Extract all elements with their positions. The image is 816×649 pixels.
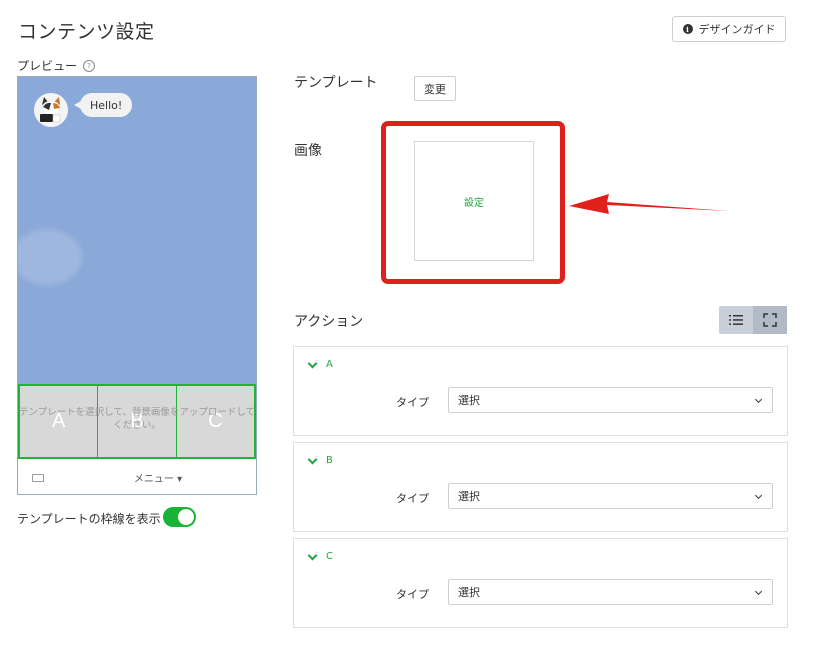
phone-preview: Hello! A B C テンプレートを選択して、背景画像をアップロードしてくだ… — [17, 76, 257, 495]
action-label: アクション — [294, 314, 364, 330]
preview-label: プレビュー — [17, 59, 78, 73]
chevron-down-icon — [307, 550, 318, 560]
chat-bubble: Hello! — [80, 93, 133, 117]
preview-heading: プレビュー ? — [17, 57, 96, 74]
template-label: テンプレート — [294, 75, 378, 91]
type-label: タイプ — [396, 588, 429, 601]
arrow-icon — [569, 194, 729, 214]
select-value: 選択 — [458, 394, 480, 407]
action-card-a: A タイプ 選択 — [293, 346, 788, 436]
action-card-header[interactable]: A — [307, 358, 333, 370]
change-template-button[interactable]: 変更 — [414, 76, 456, 101]
rich-menu-hint: テンプレートを選択して、背景画像をアップロードしてください。 — [18, 407, 256, 431]
action-card-header[interactable]: C — [307, 550, 333, 562]
chevron-down-icon — [754, 491, 763, 500]
type-select[interactable]: 選択 — [448, 387, 773, 413]
list-icon[interactable] — [719, 306, 753, 334]
type-select[interactable]: 選択 — [448, 483, 773, 509]
expand-icon[interactable] — [753, 306, 787, 334]
select-value: 選択 — [458, 586, 480, 599]
chevron-down-icon — [754, 587, 763, 596]
view-toggle[interactable] — [719, 306, 788, 334]
question-icon[interactable]: ? — [83, 59, 96, 72]
design-guide-label: デザインガイド — [698, 23, 776, 36]
avatar — [34, 93, 68, 127]
frame-toggle[interactable] — [163, 507, 196, 527]
action-name: B — [326, 455, 333, 466]
type-label: タイプ — [396, 396, 429, 409]
chevron-down-icon — [307, 454, 318, 464]
select-value: 選択 — [458, 490, 480, 503]
chevron-down-icon — [754, 395, 763, 404]
page-title: コンテンツ設定 — [18, 21, 155, 43]
action-card-c: C タイプ 選択 — [293, 538, 788, 628]
action-name: A — [326, 359, 333, 370]
info-icon: i — [682, 24, 693, 34]
menu-label[interactable]: メニュー ▾ — [18, 470, 256, 485]
image-label: 画像 — [294, 143, 322, 159]
action-card-b: B タイプ 選択 — [293, 442, 788, 532]
frame-toggle-label: テンプレートの枠線を表示 — [17, 512, 161, 526]
action-card-header[interactable]: B — [307, 454, 333, 466]
type-label: タイプ — [396, 492, 429, 505]
toggle-knob — [178, 509, 194, 525]
type-select[interactable]: 選択 — [448, 579, 773, 605]
design-guide-button[interactable]: i デザインガイド — [672, 16, 786, 42]
chevron-down-icon — [307, 358, 318, 368]
highlight-frame — [381, 121, 565, 284]
action-name: C — [326, 551, 333, 562]
